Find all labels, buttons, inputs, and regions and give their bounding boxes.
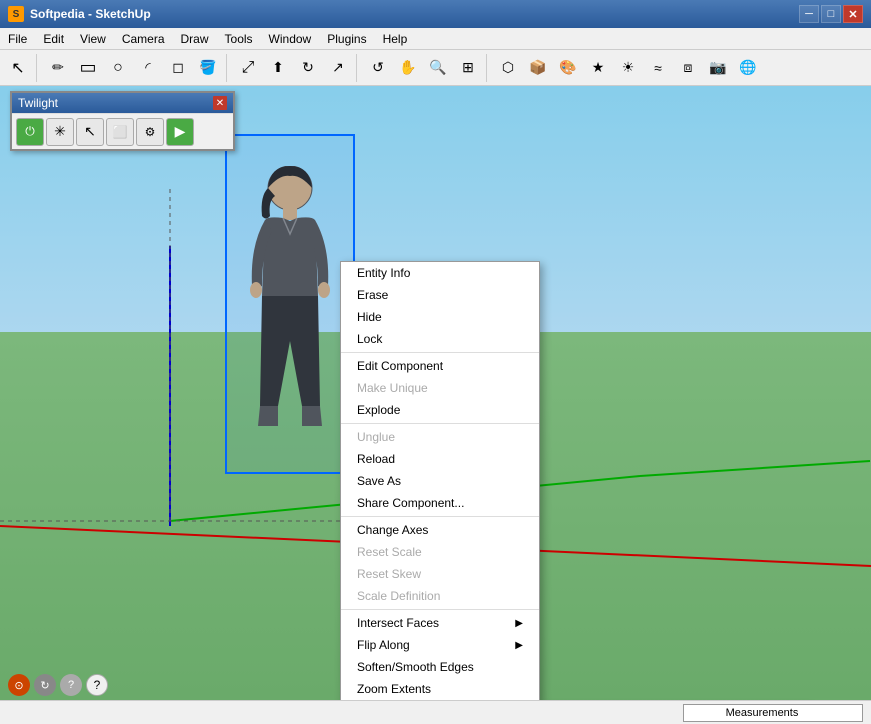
minimize-button[interactable]: ─ xyxy=(799,5,819,23)
close-button[interactable]: ✕ xyxy=(843,5,863,23)
tool-circle[interactable]: ○ xyxy=(104,54,132,82)
main-area: Twilight ✕ ⏻ ✳ ↖ ⬜ ⚙ ▶ Entity Info Erase… xyxy=(0,86,871,700)
tool-select[interactable]: ↖ xyxy=(4,54,32,82)
context-menu: Entity Info Erase Hide Lock Edit Compone… xyxy=(340,261,540,700)
twilight-close-button[interactable]: ✕ xyxy=(213,96,227,110)
tw-btn-power[interactable]: ⏻ xyxy=(16,118,44,146)
tool-materials[interactable]: 🎨 xyxy=(554,54,582,82)
app-icon: S xyxy=(8,6,24,22)
menu-camera[interactable]: Camera xyxy=(114,30,173,48)
tw-btn-cursor[interactable]: ↖ xyxy=(76,118,104,146)
bottom-icon-info[interactable]: ? xyxy=(60,674,82,696)
twilight-panel-header[interactable]: Twilight ✕ xyxy=(12,93,233,113)
tw-btn-sun[interactable]: ✳ xyxy=(46,118,74,146)
ctx-soften-smooth[interactable]: Soften/Smooth Edges xyxy=(341,656,539,678)
ctx-sep-1 xyxy=(341,352,539,353)
tw-btn-render[interactable]: ▶ xyxy=(166,118,194,146)
ctx-sep-3 xyxy=(341,516,539,517)
ctx-reset-skew: Reset Skew xyxy=(341,563,539,585)
toolbar-separator-1 xyxy=(36,54,40,82)
statusbar: Measurements xyxy=(0,700,871,724)
menu-edit[interactable]: Edit xyxy=(35,30,72,48)
ctx-unglue: Unglue xyxy=(341,426,539,448)
tool-geo-location[interactable]: 🌐 xyxy=(734,54,762,82)
toolbar-separator-4 xyxy=(486,54,490,82)
ctx-intersect-faces[interactable]: Intersect Faces ▶ xyxy=(341,612,539,634)
ctx-scale-definition: Scale Definition xyxy=(341,585,539,607)
tool-push-pull[interactable]: ⬆ xyxy=(264,54,292,82)
ctx-reload[interactable]: Reload xyxy=(341,448,539,470)
ctx-lock[interactable]: Lock xyxy=(341,328,539,350)
selection-box xyxy=(225,134,355,474)
menu-view[interactable]: View xyxy=(72,30,114,48)
tool-eraser[interactable]: ◻ xyxy=(164,54,192,82)
ctx-zoom-extents[interactable]: Zoom Extents xyxy=(341,678,539,700)
tool-move[interactable]: ⤢ xyxy=(234,54,262,82)
title-controls: ─ □ ✕ xyxy=(799,5,863,23)
tool-arc[interactable]: ◜ xyxy=(134,54,162,82)
bottom-icons-bar: ⊙ ↻ ? ? xyxy=(8,674,108,696)
ctx-save-as[interactable]: Save As xyxy=(341,470,539,492)
ctx-entity-info[interactable]: Entity Info xyxy=(341,262,539,284)
twilight-panel-toolbar: ⏻ ✳ ↖ ⬜ ⚙ ▶ xyxy=(12,113,233,149)
ctx-explode[interactable]: Explode xyxy=(341,399,539,421)
titlebar: S Softpedia - SketchUp ─ □ ✕ xyxy=(0,0,871,28)
tool-orbit[interactable]: ↺ xyxy=(364,54,392,82)
tw-btn-settings[interactable]: ⚙ xyxy=(136,118,164,146)
tool-follow-me[interactable]: ↗ xyxy=(324,54,352,82)
toolbar-separator-3 xyxy=(356,54,360,82)
tool-shadows[interactable]: ☀ xyxy=(614,54,642,82)
tw-btn-component[interactable]: ⬜ xyxy=(106,118,134,146)
tool-zoom-extents[interactable]: ⊞ xyxy=(454,54,482,82)
tool-section-plane[interactable]: ⬡ xyxy=(494,54,522,82)
ctx-sep-4 xyxy=(341,609,539,610)
ctx-make-unique: Make Unique xyxy=(341,377,539,399)
bottom-icon-help[interactable]: ? xyxy=(86,674,108,696)
maximize-button[interactable]: □ xyxy=(821,5,841,23)
intersect-faces-arrow: ▶ xyxy=(515,618,523,629)
ctx-flip-along[interactable]: Flip Along ▶ xyxy=(341,634,539,656)
tool-pan[interactable]: ✋ xyxy=(394,54,422,82)
tool-rectangle[interactable]: ▭ xyxy=(74,54,102,82)
tool-fog[interactable]: ≈ xyxy=(644,54,672,82)
menu-tools[interactable]: Tools xyxy=(217,30,261,48)
menubar: File Edit View Camera Draw Tools Window … xyxy=(0,28,871,50)
menu-draw[interactable]: Draw xyxy=(173,30,217,48)
tool-pencil[interactable]: ✏ xyxy=(44,54,72,82)
tool-styles[interactable]: ★ xyxy=(584,54,612,82)
viewport[interactable]: Twilight ✕ ⏻ ✳ ↖ ⬜ ⚙ ▶ Entity Info Erase… xyxy=(0,86,871,700)
menu-file[interactable]: File xyxy=(0,30,35,48)
menu-help[interactable]: Help xyxy=(375,30,416,48)
ctx-change-axes[interactable]: Change Axes xyxy=(341,519,539,541)
bottom-icon-refresh[interactable]: ↻ xyxy=(34,674,56,696)
tool-components[interactable]: 📦 xyxy=(524,54,552,82)
tool-paint[interactable]: 🪣 xyxy=(194,54,222,82)
measurements-box[interactable]: Measurements xyxy=(683,704,863,722)
tool-layers[interactable]: ⧈ xyxy=(674,54,702,82)
tool-rotate[interactable]: ↻ xyxy=(294,54,322,82)
ctx-hide[interactable]: Hide xyxy=(341,306,539,328)
measurements-label: Measurements xyxy=(726,707,799,719)
ctx-sep-2 xyxy=(341,423,539,424)
ctx-erase[interactable]: Erase xyxy=(341,284,539,306)
toolbar: ↖ ✏ ▭ ○ ◜ ◻ 🪣 ⤢ ⬆ ↻ ↗ ↺ ✋ 🔍 ⊞ ⬡ 📦 🎨 ★ ☀ … xyxy=(0,50,871,86)
ctx-reset-scale: Reset Scale xyxy=(341,541,539,563)
tool-zoom[interactable]: 🔍 xyxy=(424,54,452,82)
twilight-panel: Twilight ✕ ⏻ ✳ ↖ ⬜ ⚙ ▶ xyxy=(10,91,235,151)
menu-plugins[interactable]: Plugins xyxy=(319,30,374,48)
title-text: Softpedia - SketchUp xyxy=(30,7,799,21)
tool-match-photo[interactable]: 📷 xyxy=(704,54,732,82)
menu-window[interactable]: Window xyxy=(261,30,320,48)
ctx-edit-component[interactable]: Edit Component xyxy=(341,355,539,377)
bottom-icon-home[interactable]: ⊙ xyxy=(8,674,30,696)
flip-along-arrow: ▶ xyxy=(515,640,523,651)
toolbar-separator-2 xyxy=(226,54,230,82)
ctx-share-component[interactable]: Share Component... xyxy=(341,492,539,514)
twilight-title: Twilight xyxy=(18,96,58,110)
